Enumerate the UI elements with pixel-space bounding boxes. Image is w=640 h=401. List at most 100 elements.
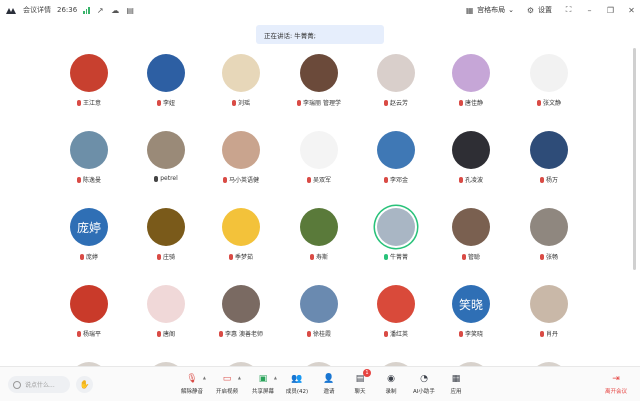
participant-tile[interactable]: 杨瑞平 [50,283,128,343]
participant-name-row: 潘红英 [357,329,435,338]
mic-off-icon [539,330,544,337]
participant-tile[interactable]: 吴双军 [280,129,358,189]
avatar [300,131,338,169]
participant-tile[interactable]: 笑晓 李笑晓 [432,283,510,343]
exit-icon: ⇥ [612,373,620,384]
mic-off-icon [539,176,544,183]
chat-input[interactable]: 说点什么... [8,376,70,393]
layout-label: 宫格布局 [477,6,506,14]
close-icon[interactable]: ✕ [627,6,636,15]
participant-name: 肖丹 [545,331,558,338]
restore-icon[interactable]: ❐ [606,6,615,15]
participant-name: 潘红英 [389,331,408,338]
participant-name: 李妞 [162,100,175,107]
participant-name-row: 李邓金 [357,175,435,184]
share-screen-label: 共享屏幕 [251,389,274,395]
participant-tile[interactable]: 唐阁 [127,283,205,343]
participant-tile[interactable]: 刘瑶 [202,52,280,112]
participant-tile[interactable]: 寿斯 [280,206,358,266]
notes-icon[interactable]: ▤ [126,6,135,15]
cloud-icon[interactable]: ☁ [111,6,120,15]
meeting-toolbar: 说点什么... ✋ 🎙 ▲ 解除静音 ▭ ▲ 开启视频 ▣ ▲ 共享屏幕 👥 成… [0,366,640,401]
participant-name: 季梦茹 [234,254,253,261]
avatar [377,131,415,169]
fullscreen-icon[interactable]: ⛶ [564,5,573,15]
participant-name: 吴双军 [312,177,331,184]
settings-label: 设置 [538,6,552,14]
participant-name: 庄骑 [162,254,175,261]
mic-off-icon [383,330,388,337]
avatar [452,208,490,246]
participant-tile[interactable]: 徐桂霞 [280,283,358,343]
participant-tile[interactable]: 赵云芳 [357,52,435,112]
participant-name: 唐阁 [162,331,175,338]
chevron-up-icon[interactable]: ▲ [238,375,241,380]
participant-tile[interactable]: 唐佳静 [432,52,510,112]
participant-tile[interactable]: 李瑞丽 管理学 [280,52,358,112]
avatar [147,131,185,169]
participant-tile[interactable]: 王江意 [50,52,128,112]
participant-name: 寿斯 [315,254,328,261]
participant-tile[interactable]: 牛菁菁 [357,206,435,266]
participant-tile[interactable]: 张畅 [510,206,588,266]
participant-name: 马小英语健 [228,177,259,184]
avatar: 笑晓 [452,285,490,323]
share-out-icon[interactable]: ↗ [96,6,105,15]
avatar [70,54,108,92]
participant-tile[interactable]: 肖丹 [510,283,588,343]
start-video-button[interactable]: ▭ ▲ 开启视频 [207,373,247,399]
avatar [530,54,568,92]
avatar [530,285,568,323]
emoji-icon[interactable] [13,380,21,389]
participant-tile[interactable]: 季梦茹 [202,206,280,266]
participant-tile[interactable]: 张文静 [510,52,588,112]
participant-tile[interactable]: 孔凌波 [432,129,510,189]
add-user-icon: 👤 [323,373,335,384]
participant-name: 杨瑞平 [82,331,101,338]
chat-icon: ▤ 1 [354,369,371,384]
minimize-icon[interactable]: – [585,6,594,15]
chevron-down-icon: ⌄ [508,6,514,14]
apps-button[interactable]: ▦ 应用 [436,373,476,399]
grid-layout-icon: ▦ [465,5,474,15]
avatar [222,54,260,92]
mic-off-icon [297,99,302,106]
participant-tile[interactable]: 杨万 [510,129,588,189]
mic-off-icon [156,253,161,260]
mic-off-icon [156,330,161,337]
members-icon: 👥 [291,373,303,384]
participant-name-row: 杨万 [510,175,588,184]
settings-button[interactable]: ⚙ 设置 [526,5,552,15]
participant-tile[interactable]: petrel [127,129,205,189]
participant-name-row: 陈逸曼 [50,175,128,184]
participant-tile[interactable]: 庄骑 [127,206,205,266]
leave-meeting-button[interactable]: ⇥ 离开会议 [596,373,636,399]
layout-dropdown[interactable]: ▦ 宫格布局 ⌄ [465,5,514,15]
participant-tile[interactable]: 李邓金 [357,129,435,189]
participant-tile[interactable]: 李惠 澳善老师 [202,283,280,343]
unmute-button[interactable]: 🎙 ▲ 解除静音 [172,373,212,399]
participant-tile[interactable]: 庞婷 庞婷 [50,206,128,266]
chevron-up-icon[interactable]: ▲ [203,375,206,380]
participant-tile[interactable]: 管聪 [432,206,510,266]
participant-name-row: 刘瑶 [202,98,280,107]
avatar [70,131,108,169]
raise-hand-button[interactable]: ✋ [76,376,93,393]
mic-icon [154,175,159,182]
participant-tile[interactable]: 马小英语健 [202,129,280,189]
network-signal-icon[interactable] [83,6,90,14]
participant-tile[interactable]: 潘红英 [357,283,435,343]
participant-tile[interactable]: 李妞 [127,52,205,112]
grid-scrollbar[interactable] [633,48,636,270]
mic-off-icon [222,176,227,183]
participant-name: 王江意 [82,100,101,107]
meeting-details-link[interactable]: 会议详情 [23,5,51,15]
mic-off-icon [309,253,314,260]
record-icon: ◉ [387,373,395,384]
participant-name: 李瑞丽 管理学 [303,100,341,107]
mic-off-icon [306,330,311,337]
participant-tile[interactable]: 陈逸曼 [50,129,128,189]
mic-off-icon [306,176,311,183]
ai-assistant-label: AI小助手 [413,389,435,395]
participant-name-row: 李瑞丽 管理学 [280,98,358,107]
